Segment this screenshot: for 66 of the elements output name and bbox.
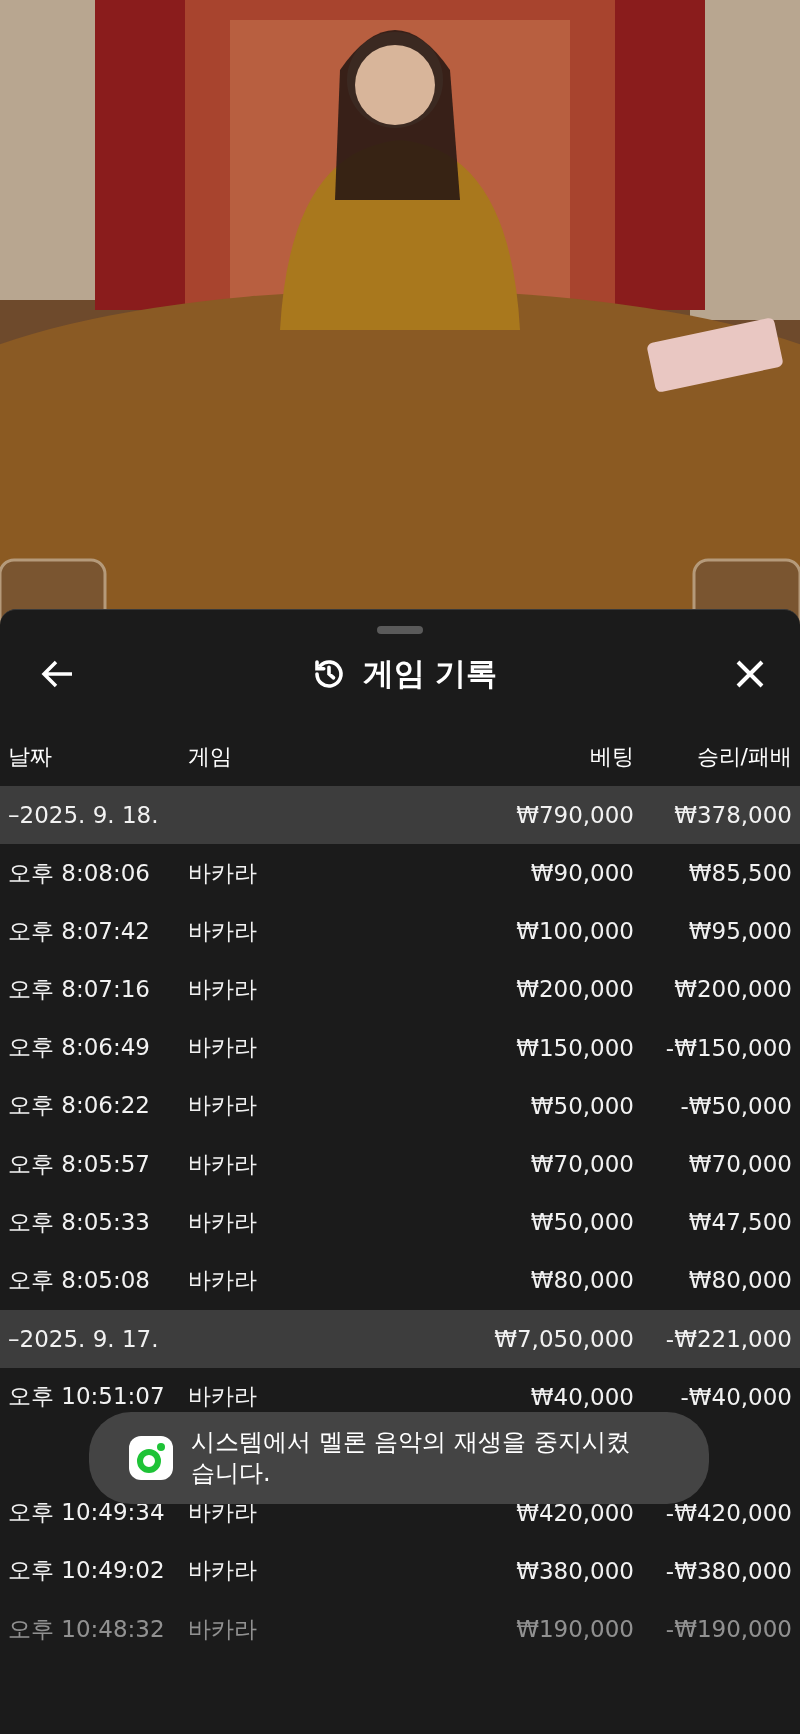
sheet-title: 게임 기록: [362, 654, 498, 693]
bet-total-cell-text: ₩7,050,000: [493, 1325, 634, 1352]
game-cell-text: 바카라: [188, 1556, 258, 1586]
time-cell-text: 오후 10:49:02: [8, 1556, 166, 1586]
game-cell-text: 바카라: [188, 858, 258, 888]
result-total-cell-text: -₩221,000: [664, 1325, 792, 1352]
music-app-icon: [129, 1435, 173, 1480]
result-cell-text: ₩95,000: [687, 918, 792, 945]
result-total-cell-text: ₩378,000: [673, 802, 792, 828]
game-cell-text: 바카라: [188, 1091, 258, 1121]
time-cell-text: 오후 8:08:06: [8, 858, 151, 888]
date-group-row[interactable]: –2025. 9. 18. ₩790,000 ₩378,000: [0, 786, 800, 844]
bet-cell-text: ₩40,000: [529, 1383, 634, 1410]
game-cell-text: 바카라: [188, 916, 258, 946]
game-cell-text: 바카라: [188, 1149, 258, 1179]
result-cell-text: -₩190,000: [664, 1616, 792, 1643]
bet-cell-text: ₩200,000: [515, 976, 634, 1003]
bet-cell-text: ₩100,000: [515, 918, 634, 945]
bet-total-cell-text: ₩790,000: [515, 802, 634, 828]
time-cell-text: 오후 8:07:16: [8, 974, 151, 1004]
time-cell-text: 오후 8:07:42: [8, 916, 151, 946]
time-cell-text: 오후 8:05:08: [8, 1265, 151, 1295]
result-cell-text: -₩50,000: [679, 1092, 792, 1119]
result-cell-text: ₩80,000: [687, 1267, 792, 1294]
close-icon: [734, 658, 766, 690]
date-group-row[interactable]: –2025. 9. 17. ₩7,050,000 -₩221,000: [0, 1309, 800, 1368]
game-cell-text: 바카라: [188, 1033, 258, 1063]
game-cell-text: 바카라: [188, 1207, 258, 1237]
time-cell-text: 오후 8:06:49: [8, 1033, 151, 1063]
result-cell-text: -₩420,000: [664, 1499, 792, 1526]
column-header: 베팅: [589, 743, 634, 771]
column-header: 승리/패배: [695, 743, 792, 771]
time-cell-text: 오후 8:05:57: [8, 1149, 151, 1179]
result-cell-text: -₩380,000: [664, 1557, 792, 1584]
bet-cell-text: ₩50,000: [529, 1092, 634, 1119]
game-cell-text: 바카라: [188, 974, 258, 1004]
result-cell-text: -₩150,000: [664, 1034, 792, 1061]
bet-cell-text: ₩50,000: [529, 1209, 634, 1236]
bet-cell-text: ₩380,000: [515, 1557, 634, 1584]
result-cell-text: ₩200,000: [673, 976, 792, 1003]
bet-cell-text: ₩420,000: [515, 1499, 634, 1526]
result-cell-text: ₩70,000: [687, 1151, 792, 1178]
bet-cell-text: ₩90,000: [529, 860, 634, 887]
game-cell-text: 바카라: [188, 1614, 258, 1644]
result-cell-text: -₩40,000: [679, 1383, 792, 1410]
toast-message: 시스템에서 멜론 음악의 재생을 중지시켰습니다.: [191, 1426, 631, 1489]
column-header: 날짜: [8, 743, 53, 771]
result-cell-text: ₩85,500: [687, 860, 792, 887]
time-cell-text: 오후 8:06:22: [8, 1091, 151, 1121]
time-cell-text: 오후 10:49:34: [8, 1498, 166, 1528]
back-arrow-icon: [40, 659, 74, 689]
date-cell-text: –2025. 9. 17.: [8, 1325, 160, 1352]
column-header: 게임: [188, 743, 233, 771]
date-cell-text: –2025. 9. 18.: [8, 802, 160, 828]
drag-handle[interactable]: [377, 626, 423, 634]
bet-cell-text: ₩80,000: [529, 1267, 634, 1294]
game-cell-text: 바카라: [188, 1265, 258, 1295]
time-cell-text: 오후 10:51:07: [8, 1382, 166, 1412]
bet-cell-text: ₩190,000: [515, 1616, 634, 1643]
bet-cell-text: ₩70,000: [529, 1151, 634, 1178]
time-cell-text: 오후 10:48:32: [8, 1614, 166, 1644]
game-cell-text: 바카라: [188, 1382, 258, 1412]
bet-cell-text: ₩150,000: [515, 1034, 634, 1061]
result-cell-text: ₩47,500: [687, 1209, 792, 1236]
time-cell-text: 오후 8:05:33: [8, 1207, 151, 1237]
game-cell-text: 바카라: [188, 1498, 258, 1528]
